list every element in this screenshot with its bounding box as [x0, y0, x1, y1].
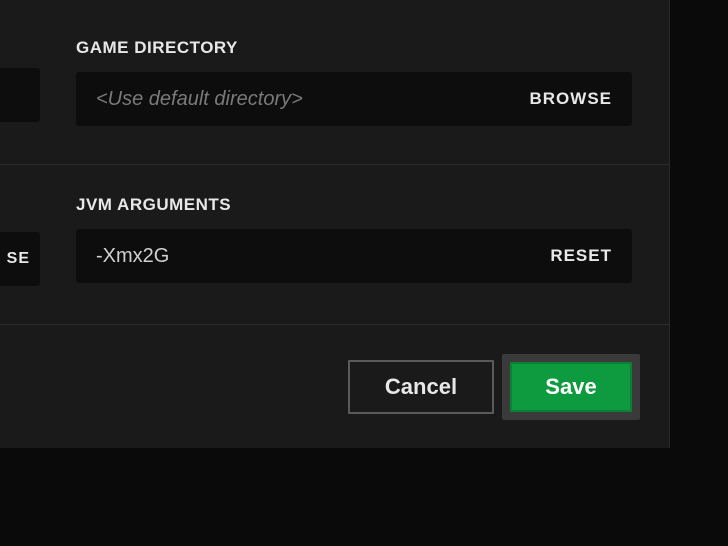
save-button-highlight: Save — [502, 354, 640, 420]
game-directory-row: BROWSE — [76, 72, 632, 126]
cut-box-left-upper — [0, 68, 40, 122]
cut-label: SE — [7, 250, 30, 268]
cut-box-left-lower: SE — [0, 232, 40, 286]
cancel-button[interactable]: Cancel — [348, 360, 494, 414]
jvm-section: JVM ARGUMENTS — [0, 165, 669, 215]
jvm-row: RESET — [76, 229, 632, 283]
jvm-input[interactable] — [96, 245, 550, 268]
footer-actions: Cancel Save — [0, 324, 670, 448]
save-button[interactable]: Save — [510, 362, 632, 412]
jvm-header: JVM ARGUMENTS — [76, 165, 629, 215]
game-directory-input[interactable] — [96, 88, 530, 111]
game-directory-header: GAME DIRECTORY — [76, 0, 629, 58]
browse-button[interactable]: BROWSE — [530, 89, 613, 109]
reset-button[interactable]: RESET — [550, 246, 612, 266]
settings-panel: SE GAME DIRECTORY BROWSE JVM ARGUMENTS R… — [0, 0, 670, 448]
game-directory-section: GAME DIRECTORY — [0, 0, 669, 58]
